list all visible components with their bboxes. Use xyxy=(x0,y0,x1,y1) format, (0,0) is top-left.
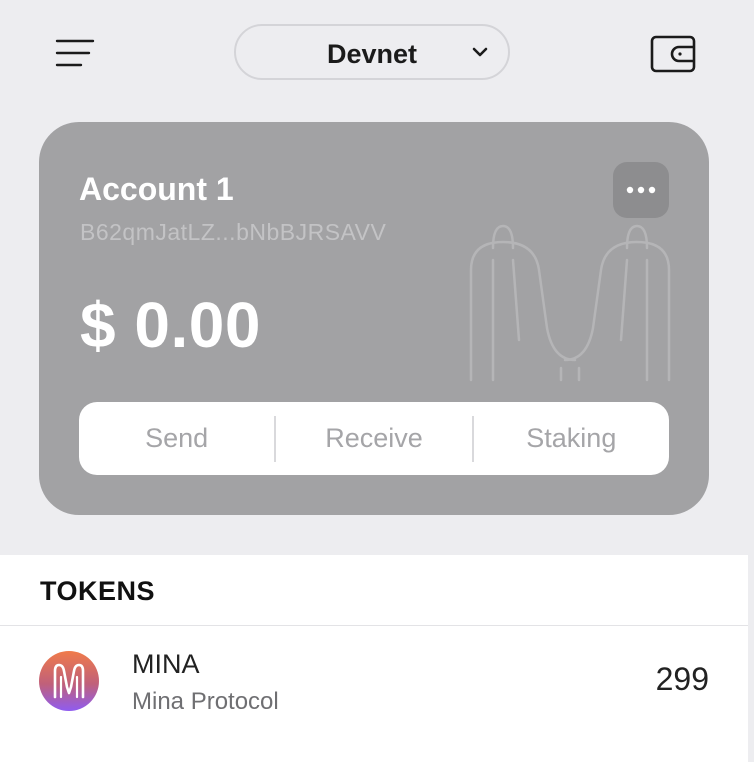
more-horizontal-icon xyxy=(626,186,656,194)
top-bar: Devnet xyxy=(0,0,754,110)
panel-edge xyxy=(748,555,754,762)
token-amount: 299 xyxy=(655,661,709,697)
mina-token-icon xyxy=(39,651,99,711)
tokens-heading: TOKENS xyxy=(40,576,156,606)
tokens-section: TOKENS MINA Mina Protocol 299 xyxy=(0,555,748,762)
send-button[interactable]: Send xyxy=(79,402,274,475)
hamburger-menu-icon xyxy=(55,39,95,67)
network-selected-label: Devnet xyxy=(326,39,418,69)
wallet-icon xyxy=(650,35,696,73)
account-address[interactable]: B62qmJatLZ...bNbBJRSAVV xyxy=(80,219,386,246)
token-name: Mina Protocol xyxy=(132,688,279,715)
token-symbol: MINA xyxy=(132,649,200,679)
chevron-down-icon xyxy=(472,47,488,57)
mina-logo-watermark xyxy=(469,224,671,382)
account-more-button[interactable] xyxy=(613,162,669,218)
account-name: Account 1 xyxy=(79,171,234,207)
menu-button[interactable] xyxy=(50,30,100,76)
receive-button[interactable]: Receive xyxy=(276,402,471,475)
network-selector[interactable]: Devnet xyxy=(234,24,510,80)
token-row-mina[interactable]: MINA Mina Protocol 299 xyxy=(0,626,748,746)
account-actions: Send Receive Staking xyxy=(79,402,669,475)
account-card: Account 1 B62qmJatLZ...bNbBJRSAVV $ 0.00… xyxy=(39,122,709,515)
staking-button[interactable]: Staking xyxy=(474,402,669,475)
account-balance: $ 0.00 xyxy=(80,289,261,361)
wallet-button[interactable] xyxy=(648,33,698,75)
